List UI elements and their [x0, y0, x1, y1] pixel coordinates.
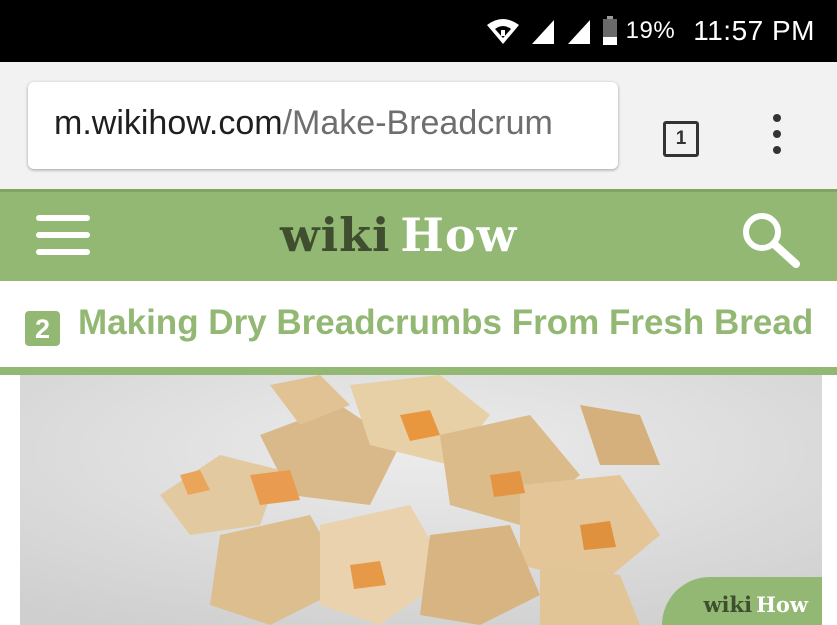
step-title: Making Dry Breadcrumbs From Fresh Bread — [78, 303, 814, 342]
step-heading: 2 Making Dry Breadcrumbs From Fresh Brea… — [0, 281, 837, 367]
status-bar: 19% 11:57 PM — [0, 0, 837, 62]
clock: 11:57 PM — [693, 15, 815, 46]
battery-percent: 19% — [625, 17, 676, 44]
watermark-how: How — [756, 592, 808, 617]
signal-icon — [530, 17, 556, 45]
search-icon[interactable] — [740, 210, 802, 275]
step-number-badge: 2 — [25, 311, 60, 346]
site-logo[interactable]: wiki How — [280, 208, 517, 262]
tab-switcher-button[interactable]: 1 — [663, 121, 699, 157]
watermark: wiki How — [662, 577, 822, 625]
watermark-wiki: wiki — [703, 592, 753, 617]
logo-wiki: wiki — [280, 208, 391, 262]
logo-how: How — [400, 208, 518, 262]
wifi-icon — [486, 17, 520, 45]
url-path: /Make-Breadcrum — [282, 104, 553, 142]
browser-toolbar: m.wikihow.com/Make-Breadcrum 1 — [0, 62, 837, 189]
hamburger-icon[interactable] — [36, 215, 90, 255]
site-header: wiki How — [0, 189, 837, 281]
divider — [0, 367, 837, 375]
address-bar[interactable]: m.wikihow.com/Make-Breadcrum — [28, 82, 618, 169]
url-text: m.wikihow.com/Make-Breadcrum — [54, 104, 553, 143]
battery-icon — [602, 16, 618, 46]
url-host: m.wikihow.com — [54, 104, 283, 142]
more-vert-icon[interactable] — [770, 114, 784, 158]
signal-icon — [566, 17, 592, 45]
breadcrumbs-photo[interactable]: wiki How — [20, 375, 822, 625]
